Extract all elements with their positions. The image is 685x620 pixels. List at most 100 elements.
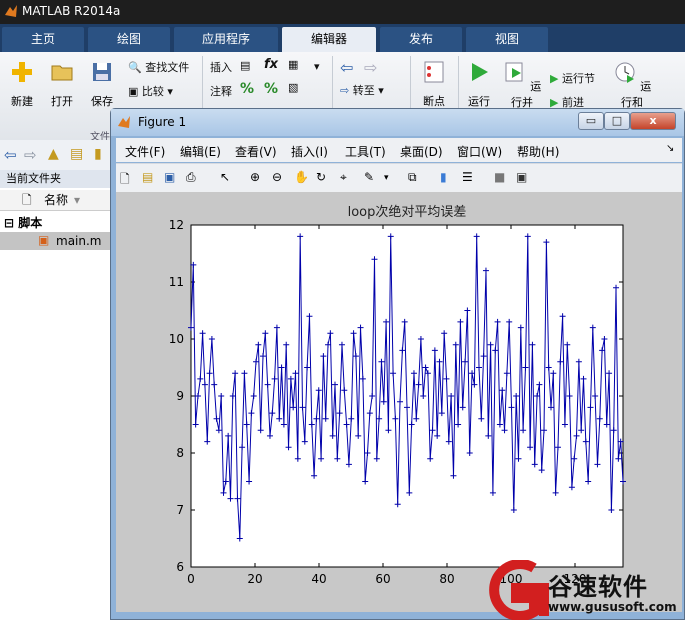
- run-play-icon: [472, 63, 488, 81]
- insert-text-icon[interactable]: ▤: [240, 59, 250, 72]
- breakpoints-label: 断点: [423, 95, 445, 108]
- clock-run-icon: [615, 62, 635, 83]
- new-label: 新建: [11, 95, 33, 108]
- save-button[interactable]: 保存: [86, 60, 118, 109]
- find-files-label: 查找文件: [145, 61, 190, 74]
- menu-window[interactable]: 窗口(W): [457, 143, 502, 160]
- figure-toolbar: 🗋 ▤ ▣ ⎙ ↖ ⊕ ⊖ ✋ ↻ ⌖ ✎ ▾ ⧉ ▮ ☰ ■ ▣: [116, 163, 682, 193]
- hide-plot-tools-icon[interactable]: ■: [494, 170, 510, 186]
- arrow-back-icon[interactable]: ⇦: [340, 58, 353, 77]
- uncomment-icon[interactable]: %: [264, 81, 278, 97]
- breakpoints-button[interactable]: 断点: [418, 60, 450, 109]
- tab-publish[interactable]: 发布: [380, 27, 462, 52]
- menu-dock-icon[interactable]: ↘: [666, 143, 674, 154]
- y-tick-label: 8: [176, 446, 184, 460]
- data-cursor-icon[interactable]: ⌖: [340, 170, 356, 186]
- maximize-icon: □: [611, 114, 623, 127]
- colorbar-icon[interactable]: ▮: [440, 170, 456, 186]
- y-tick-label: 6: [176, 560, 184, 574]
- run-advance-label: 运行并: [511, 80, 542, 109]
- folder-open-icon: [51, 65, 73, 81]
- tab-view[interactable]: 视图: [466, 27, 548, 52]
- goto-arrow-icon: ⇨: [340, 84, 350, 97]
- folder-up-icon[interactable]: ▲: [48, 146, 59, 162]
- tab-editor[interactable]: 编辑器: [282, 27, 376, 52]
- forward-icon[interactable]: ⇨: [24, 146, 37, 164]
- function-icon[interactable]: ▦: [288, 58, 298, 71]
- run-time-button[interactable]: 运行和: [612, 60, 652, 110]
- maximize-button[interactable]: □: [604, 112, 630, 130]
- y-tick-label: 7: [176, 503, 184, 517]
- error-line-chart[interactable]: loop次绝对平均误差67891011120 20 40 60 80 100 120: [116, 192, 682, 612]
- menu-file[interactable]: 文件(F): [125, 143, 165, 160]
- zoom-in-icon[interactable]: ⊕: [250, 170, 266, 186]
- open-file-icon[interactable]: ▤: [142, 170, 158, 186]
- show-plot-tools-icon[interactable]: ▣: [516, 170, 532, 186]
- close-button[interactable]: x: [630, 112, 676, 130]
- script-group[interactable]: ⊟ 脚本: [4, 214, 42, 231]
- chevron-down-icon[interactable]: ▾: [384, 173, 400, 189]
- chevron-down-icon: ▾: [74, 193, 81, 207]
- tab-plots[interactable]: 绘图: [88, 27, 170, 52]
- new-figure-icon[interactable]: 🗋: [120, 170, 136, 186]
- legend-icon[interactable]: ☰: [462, 170, 478, 186]
- comment-label: 注释: [210, 85, 232, 98]
- new-button[interactable]: 新建: [6, 60, 38, 109]
- menu-insert[interactable]: 插入(I): [291, 143, 328, 160]
- find-files-button[interactable]: 🔍 查找文件: [128, 59, 189, 75]
- new-plus-icon: [12, 62, 32, 82]
- menu-view[interactable]: 查看(V): [235, 143, 277, 160]
- insert-button[interactable]: 插入: [210, 59, 232, 75]
- rotate-icon[interactable]: ↻: [316, 170, 332, 186]
- fx-icon[interactable]: fx: [264, 57, 278, 72]
- open-button[interactable]: 打开: [46, 60, 78, 109]
- list-item[interactable]: ▣ main.m: [0, 232, 112, 250]
- goto-button[interactable]: ⇨ 转至 ▾: [340, 82, 384, 98]
- run-section-label: 运行节: [561, 72, 595, 85]
- y-tick-label: 9: [176, 389, 184, 403]
- comment-button[interactable]: 注释: [210, 83, 232, 99]
- open-label: 打开: [51, 95, 73, 108]
- tab-apps[interactable]: 应用程序: [174, 27, 278, 52]
- breakpoints-icon: [424, 61, 444, 83]
- pointer-icon[interactable]: ↖: [220, 170, 236, 186]
- x-tick-label: 40: [311, 572, 326, 586]
- run-advance-button[interactable]: 运行并: [502, 60, 542, 110]
- menu-tools[interactable]: 工具(T): [345, 143, 386, 160]
- menu-edit[interactable]: 编辑(E): [180, 143, 221, 160]
- file-browser-panel: [0, 140, 113, 620]
- run-button[interactable]: 运行: [462, 60, 496, 109]
- chevron-down-icon: ▾: [378, 84, 384, 97]
- folder-icon[interactable]: ▮: [94, 146, 102, 162]
- minimize-button[interactable]: ▭: [578, 112, 604, 130]
- wrap-comment-icon[interactable]: ▧: [288, 81, 298, 94]
- collapse-icon: ⊟: [4, 216, 15, 230]
- file-name: main.m: [56, 234, 102, 248]
- brush-icon[interactable]: ✎: [364, 170, 380, 186]
- save-figure-icon[interactable]: ▣: [164, 170, 180, 186]
- compare-label: 比较: [141, 85, 164, 98]
- percent-icon[interactable]: %: [240, 81, 254, 97]
- x-tick-label: 60: [375, 572, 390, 586]
- watermark-name: 谷速软件: [548, 573, 648, 601]
- tab-home[interactable]: 主页: [2, 27, 84, 52]
- run-section-button[interactable]: ▶ 运行节: [550, 70, 595, 86]
- arrow-forward-icon[interactable]: ⇨: [364, 58, 377, 77]
- y-tick-label: 11: [169, 275, 184, 289]
- print-icon[interactable]: ⎙: [186, 170, 202, 186]
- zoom-out-icon[interactable]: ⊖: [272, 170, 288, 186]
- menu-desktop[interactable]: 桌面(D): [400, 143, 443, 160]
- back-icon[interactable]: ⇦: [4, 146, 17, 164]
- menu-help[interactable]: 帮助(H): [517, 143, 559, 160]
- link-plot-icon[interactable]: ⧉: [408, 170, 424, 186]
- goto-label: 转至: [352, 84, 375, 97]
- chevron-down-icon[interactable]: ▾: [314, 60, 320, 73]
- name-column-header[interactable]: 🗋 名称 ▾: [0, 190, 112, 211]
- chevron-down-icon: ▾: [167, 85, 173, 98]
- figure-title: Figure 1: [138, 115, 187, 129]
- browse-folder-icon[interactable]: ▤: [70, 146, 83, 162]
- run-section-icon: ▶: [550, 72, 559, 85]
- save-label: 保存: [91, 95, 113, 108]
- pan-icon[interactable]: ✋: [294, 170, 310, 186]
- compare-button[interactable]: ▣ 比较 ▾: [128, 83, 173, 99]
